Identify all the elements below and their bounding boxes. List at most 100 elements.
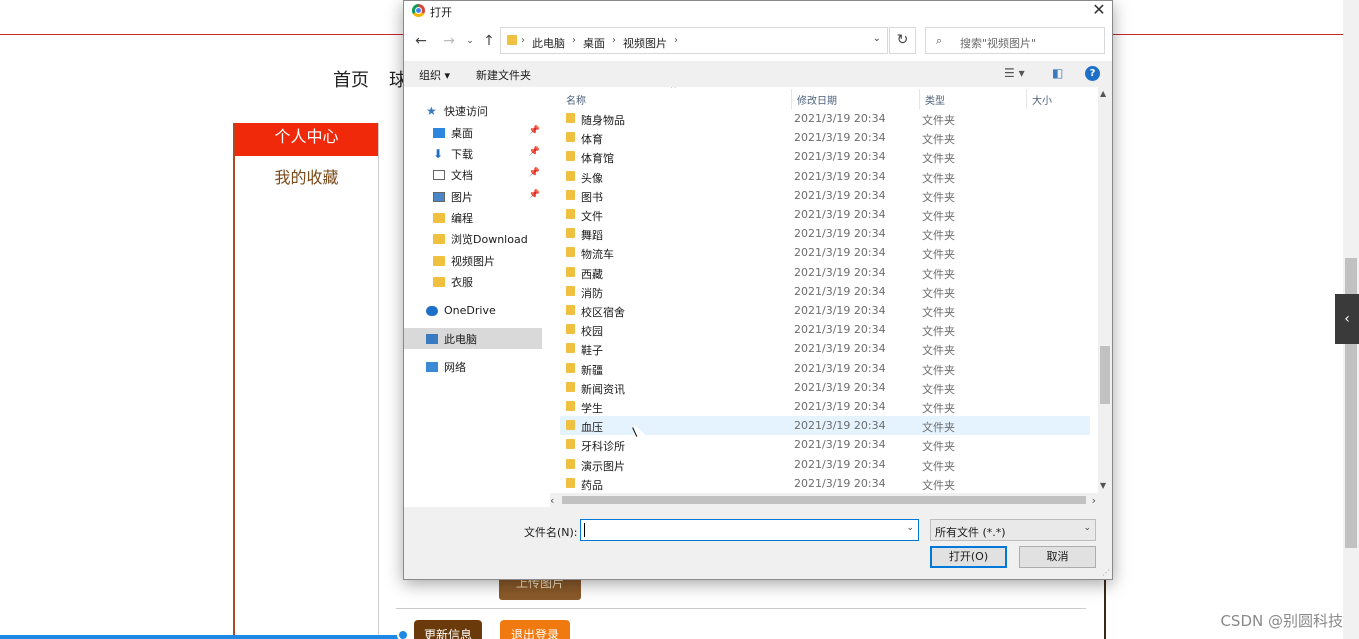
column-date[interactable]: 修改日期 [797,92,837,107]
new-folder-button[interactable]: 新建文件夹 [476,67,531,83]
file-date: 2021/3/19 20:34 [794,476,886,490]
vertical-scrollbar-thumb[interactable] [1100,346,1110,404]
file-name: 西藏 [581,267,603,281]
dialog-titlebar[interactable]: 打开 ✕ [404,1,1112,21]
nav-pane-item[interactable]: 衣服 [404,271,542,292]
scroll-down-icon[interactable]: ▼ [1100,481,1106,490]
nav-pane-item[interactable]: ★ 快速访问 [404,100,542,121]
chevron-right-icon[interactable]: › [572,35,576,51]
column-divider[interactable] [919,89,920,109]
bottom-progress-dot[interactable] [397,629,409,639]
navigation-pane: ★ 快速访问 桌面 📌 ⬇ 下载 📌 文档 📌 图片 📌 编程 浏览Download 视频图片 衣服 OneD… [404,87,550,507]
nav-pane-item[interactable]: 图片 📌 [404,186,542,207]
file-row[interactable]: 鞋子 2021/3/19 20:34 文件夹 [560,339,1090,358]
bottom-progress-bar [0,635,400,639]
file-row[interactable]: 消防 2021/3/19 20:34 文件夹 [560,282,1090,301]
logout-button[interactable]: 退出登录 [500,620,570,639]
nav-pane-item[interactable]: 桌面 📌 [404,122,542,143]
nav-pane-item[interactable]: 文档 📌 [404,164,542,185]
file-name: 物流车 [581,248,614,262]
close-button[interactable]: ✕ [1088,1,1110,21]
filename-field[interactable]: ⌄ [580,519,919,541]
update-info-button[interactable]: 更新信息 [414,620,482,639]
file-row[interactable]: 头像 2021/3/19 20:34 文件夹 [560,167,1090,186]
column-name[interactable]: 名称 [566,92,586,107]
chevron-right-icon[interactable]: › [521,35,525,51]
column-divider[interactable] [791,89,792,109]
file-row[interactable]: 体育馆 2021/3/19 20:34 文件夹 [560,147,1090,166]
help-button[interactable]: ? [1085,66,1100,81]
scroll-right-icon[interactable]: › [1092,494,1096,507]
nav-pane-item[interactable]: 视频图片 [404,250,542,271]
file-row[interactable]: 校区宿舍 2021/3/19 20:34 文件夹 [560,301,1090,320]
folder-icon [433,212,445,223]
search-box[interactable]: ⌕ 搜索"视频图片" [925,27,1105,54]
recent-locations-button[interactable]: ⌄ [461,31,479,51]
file-row[interactable]: 新疆 2021/3/19 20:34 文件夹 [560,359,1090,378]
scroll-left-icon[interactable]: ‹ [550,494,554,507]
chevron-right-icon[interactable]: › [612,35,616,51]
nav-pane-item[interactable]: 编程 [404,207,542,228]
organize-menu[interactable]: 组织 ▾ [419,67,450,83]
horizontal-scrollbar-thumb[interactable] [562,496,1086,504]
file-name: 随身物品 [581,114,625,127]
nav-pane-item[interactable]: 浏览Download [404,228,542,249]
search-input[interactable]: 搜索"视频图片" [960,35,1036,51]
file-row[interactable]: 药品 2021/3/19 20:34 文件夹 [560,474,1090,493]
refresh-button[interactable]: ↻ [889,27,916,54]
folder-icon [566,285,575,296]
address-bar[interactable]: › 此电脑 › 桌面 › 视频图片 › ⌄ [500,27,888,54]
sidebar-item-profile[interactable]: 个人中心 [235,123,378,156]
forward-button[interactable]: → [440,31,458,51]
file-row[interactable]: 体育 2021/3/19 20:34 文件夹 [560,128,1090,147]
breadcrumb-item[interactable]: 视频图片 [623,35,667,51]
nav-pane-label: 图片 [451,190,473,204]
up-button[interactable]: ↑ [480,31,498,51]
pin-icon: 📌 [528,126,540,136]
file-row[interactable]: 演示图片 2021/3/19 20:34 文件夹 [560,455,1090,474]
collapse-panel-button[interactable]: ‹ [1335,294,1359,344]
sidebar-item-favorites[interactable]: 我的收藏 [235,164,378,188]
breadcrumb-item[interactable]: 此电脑 [532,35,565,51]
file-row[interactable]: 文件 2021/3/19 20:34 文件夹 [560,205,1090,224]
file-row[interactable]: 新闻资讯 2021/3/19 20:34 文件夹 [560,378,1090,397]
file-row[interactable]: 物流车 2021/3/19 20:34 文件夹 [560,243,1090,262]
nav-pane-item[interactable]: 网络 [404,356,542,377]
preview-pane-button[interactable]: ◧ [1052,66,1063,80]
column-type[interactable]: 类型 [925,92,945,107]
cancel-button[interactable]: 取消 [1019,546,1096,568]
file-row[interactable]: 学生 2021/3/19 20:34 文件夹 [560,397,1090,416]
scroll-up-icon[interactable]: ▲ [1100,89,1106,98]
file-row[interactable]: 校园 2021/3/19 20:34 文件夹 [560,320,1090,339]
file-type: 文件夹 [922,229,955,243]
file-row[interactable]: 西藏 2021/3/19 20:34 文件夹 [560,263,1090,282]
vertical-scrollbar[interactable]: ▲ ▼ [1098,87,1112,493]
column-divider[interactable] [1026,89,1027,109]
view-options-button[interactable]: ☰ ▾ [1004,66,1025,80]
file-row[interactable]: 舞蹈 2021/3/19 20:34 文件夹 [560,224,1090,243]
preview-pane-icon: ◧ [1052,66,1064,80]
filename-dropdown-button[interactable]: ⌄ [906,523,914,533]
horizontal-scrollbar[interactable]: ‹ › [550,493,1098,507]
nav-pane-item[interactable]: 此电脑 [404,328,542,349]
nav-pane-item[interactable]: ⬇ 下载 📌 [404,143,542,164]
open-button[interactable]: 打开(O) [930,546,1007,568]
file-date: 2021/3/19 20:34 [794,188,886,202]
chevron-right-icon[interactable]: › [674,35,678,51]
file-row[interactable]: 牙科诊所 2021/3/19 20:34 文件夹 [560,435,1090,454]
file-type: 文件夹 [922,325,955,339]
file-type: 文件夹 [922,344,955,358]
resize-grip-icon[interactable]: ⋰ [1102,568,1110,577]
nav-pane-label: 编程 [451,211,473,225]
nav-home[interactable]: 首页 [333,66,369,92]
filetype-select[interactable]: 所有文件 (*.*) ⌄ [930,519,1096,541]
file-row[interactable]: 随身物品 2021/3/19 20:34 文件夹 [560,109,1090,128]
back-button[interactable]: ← [412,31,430,51]
file-type: 文件夹 [922,459,955,473]
column-size[interactable]: 大小 [1032,92,1052,107]
nav-pane-item[interactable]: OneDrive [404,300,542,321]
pane-splitter[interactable] [550,87,558,507]
breadcrumb-item[interactable]: 桌面 [583,35,605,51]
file-row[interactable]: 图书 2021/3/19 20:34 文件夹 [560,186,1090,205]
address-dropdown-button[interactable]: ⌄ [873,33,881,44]
